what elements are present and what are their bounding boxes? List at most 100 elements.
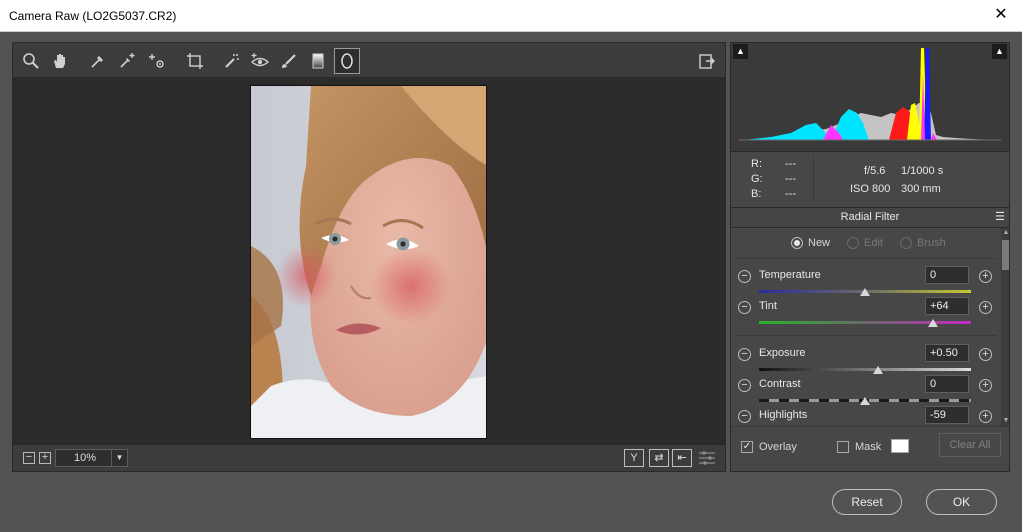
crop-icon[interactable] (182, 48, 208, 74)
spot-removal-icon[interactable] (219, 48, 245, 74)
red-eye-icon[interactable] (247, 48, 273, 74)
tool-bar (13, 43, 725, 78)
zoom-out-button[interactable]: − (23, 452, 35, 464)
overlay-checkbox[interactable]: ✓ Overlay (741, 441, 797, 454)
tint-slider[interactable]: − Tint +64 + (731, 297, 999, 328)
contrast-thumb[interactable] (860, 397, 870, 405)
zoom-select[interactable]: 10% ▼ (55, 449, 128, 467)
color-sampler-icon[interactable] (114, 48, 140, 74)
b-label: B: (751, 188, 762, 200)
temperature-thumb[interactable] (860, 288, 870, 296)
toggle-settings-icon[interactable] (698, 450, 716, 466)
plus-icon[interactable]: + (979, 410, 992, 423)
zoom-icon[interactable] (18, 48, 44, 74)
image-panel: − + 10% ▼ Y ⇄ ⇤ (12, 42, 726, 472)
contrast-value[interactable]: 0 (925, 375, 969, 393)
radio-dot (900, 237, 912, 250)
hand-icon[interactable] (47, 48, 73, 74)
mask-color-swatch[interactable] (891, 439, 909, 453)
portrait-image (251, 86, 486, 438)
r-label: R: (751, 158, 762, 170)
highlights-value[interactable]: -59 (925, 406, 969, 424)
adjustment-brush-icon[interactable] (276, 48, 302, 74)
plus-icon[interactable]: + (979, 379, 992, 392)
aperture: f/5.6 (864, 165, 886, 177)
exposure-label: Exposure (759, 347, 806, 359)
checkbox-box: ✓ (741, 441, 753, 454)
zoom-in-button[interactable]: + (39, 452, 51, 464)
compare-view-button[interactable]: Y (624, 449, 644, 467)
focal-length: 300 mm (901, 183, 941, 195)
image-canvas[interactable] (13, 78, 725, 444)
graduated-filter-icon[interactable] (305, 48, 331, 74)
tint-label: Tint (759, 300, 777, 312)
exposure-track[interactable] (759, 368, 971, 371)
tint-value[interactable]: +64 (925, 297, 969, 315)
panel-scrollbar[interactable]: ▲ ▼ (1001, 228, 1009, 426)
overlay-label: Overlay (759, 441, 797, 453)
temperature-value[interactable]: 0 (925, 266, 969, 284)
mask-checkbox[interactable]: Mask (837, 441, 882, 454)
swap-settings-button[interactable]: ⇄ (649, 449, 669, 467)
mode-edit-label: Edit (864, 237, 883, 249)
radial-filter-icon[interactable] (334, 48, 360, 74)
scroll-up-icon[interactable]: ▲ (1001, 228, 1009, 238)
panel-title: Radial Filter (840, 211, 900, 223)
checkbox-box (837, 441, 849, 454)
exposure-thumb[interactable] (872, 366, 883, 374)
mode-brush-radio[interactable]: Brush (900, 237, 946, 250)
b-value: --- (785, 188, 796, 200)
photo-preview[interactable] (250, 85, 487, 439)
exposure-slider[interactable]: − Exposure +0.50 + (731, 344, 999, 375)
highlights-slider[interactable]: − Highlights -59 + (731, 406, 999, 426)
scroll-down-icon[interactable]: ▼ (1001, 416, 1009, 426)
reset-button[interactable]: Reset (832, 489, 902, 515)
camera-raw-dialog: − + 10% ▼ Y ⇄ ⇤ ▲ ▲ R: --- G: --- B: ---… (0, 32, 1022, 532)
info-divider (813, 156, 814, 202)
mode-brush-label: Brush (917, 237, 946, 249)
overlay-bar: ✓ Overlay Mask Clear All (730, 426, 1010, 472)
contrast-slider[interactable]: − Contrast 0 + (731, 375, 999, 406)
mask-label: Mask (855, 441, 882, 453)
tint-track[interactable] (759, 321, 971, 324)
scroll-thumb[interactable] (1002, 240, 1009, 270)
clear-all-button[interactable]: Clear All (939, 433, 1001, 457)
copy-settings-button[interactable]: ⇤ (672, 449, 692, 467)
tint-thumb[interactable] (927, 319, 938, 327)
histogram: ▲ ▲ (730, 42, 1010, 152)
status-bar: − + 10% ▼ Y ⇄ ⇤ (13, 444, 725, 471)
divider (735, 335, 997, 336)
radial-filter-panel: New Edit Brush − Temperature 0 + − Tint … (730, 228, 1010, 426)
minus-icon[interactable]: − (738, 348, 751, 361)
g-value: --- (785, 173, 796, 185)
minus-icon[interactable]: − (738, 410, 751, 423)
minus-icon[interactable]: − (738, 379, 751, 392)
plus-icon[interactable]: + (979, 270, 992, 283)
targeted-adjustment-icon[interactable] (144, 48, 170, 74)
highlights-label: Highlights (759, 409, 808, 421)
panel-header: Radial Filter ☰ (730, 207, 1010, 228)
radio-dot (791, 237, 803, 250)
mode-new-radio[interactable]: New (791, 237, 831, 250)
panel-menu-icon[interactable]: ☰ (995, 208, 1005, 227)
temperature-slider[interactable]: − Temperature 0 + (731, 266, 999, 297)
ok-button[interactable]: OK (926, 489, 997, 515)
close-button[interactable]: ✕ (988, 4, 1014, 26)
radio-dot (847, 237, 859, 250)
window-title: Camera Raw (LO2G5037.CR2) (9, 9, 177, 23)
contrast-label: Contrast (759, 378, 801, 390)
mode-edit-radio[interactable]: Edit (847, 237, 883, 250)
chevron-down-icon[interactable]: ▼ (111, 450, 127, 466)
white-balance-icon[interactable] (85, 48, 111, 74)
minus-icon[interactable]: − (738, 270, 751, 283)
info-panel: R: --- G: --- B: --- f/5.6 1/1000 s ISO … (730, 152, 1010, 207)
r-value: --- (785, 158, 796, 170)
mode-new-label: New (808, 237, 831, 249)
histogram-graph (739, 48, 1001, 141)
preferences-icon[interactable] (694, 48, 720, 74)
g-label: G: (751, 173, 763, 185)
exposure-value[interactable]: +0.50 (925, 344, 969, 362)
plus-icon[interactable]: + (979, 301, 992, 314)
minus-icon[interactable]: − (738, 301, 751, 314)
plus-icon[interactable]: + (979, 348, 992, 361)
